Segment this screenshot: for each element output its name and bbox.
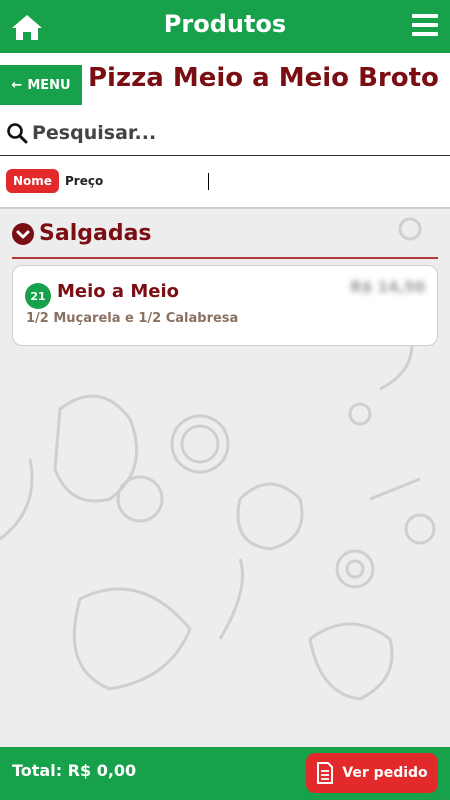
sort-by-price-button[interactable]: Preço <box>65 174 103 188</box>
header-title: Produtos <box>163 10 287 38</box>
text-cursor <box>208 173 209 190</box>
hamburger-menu-icon[interactable] <box>412 14 438 38</box>
view-order-button[interactable]: Ver pedido <box>306 753 438 793</box>
product-card[interactable]: 21 Meio a Meio R$ 14,50 1/2 Muçarela e 1… <box>12 265 438 346</box>
search-bar <box>0 111 450 156</box>
page-title: Pizza Meio a Meio Broto <box>88 63 439 93</box>
category-header[interactable]: Salgadas <box>12 221 152 246</box>
sort-by-name-button[interactable]: Nome <box>6 169 59 193</box>
subheader: ← MENU Pizza Meio a Meio Broto <box>0 53 450 111</box>
footer-bar: Total: R$ 0,00 Ver pedido <box>0 747 450 800</box>
product-price: R$ 14,50 <box>350 278 425 296</box>
arrow-left-icon: ← <box>11 77 23 93</box>
sort-bar: Nome Preço <box>0 156 450 209</box>
menu-button-label: MENU <box>27 77 71 93</box>
product-description: 1/2 Muçarela e 1/2 Calabresa <box>26 311 239 326</box>
search-icon <box>7 123 28 144</box>
category-title: Salgadas <box>39 221 152 246</box>
product-name: Meio a Meio <box>57 281 179 302</box>
chevron-down-circle-icon <box>12 222 34 245</box>
search-input[interactable] <box>32 122 412 144</box>
view-order-label: Ver pedido <box>342 765 428 781</box>
category-divider <box>12 257 438 259</box>
top-bar: Produtos <box>0 0 450 53</box>
back-to-menu-button[interactable]: ← MENU <box>0 65 82 105</box>
product-list[interactable]: Salgadas 21 Meio a Meio R$ 14,50 1/2 Muç… <box>0 209 450 747</box>
product-number-badge: 21 <box>25 283 51 309</box>
order-total: Total: R$ 0,00 <box>12 761 137 780</box>
document-icon <box>317 762 334 784</box>
